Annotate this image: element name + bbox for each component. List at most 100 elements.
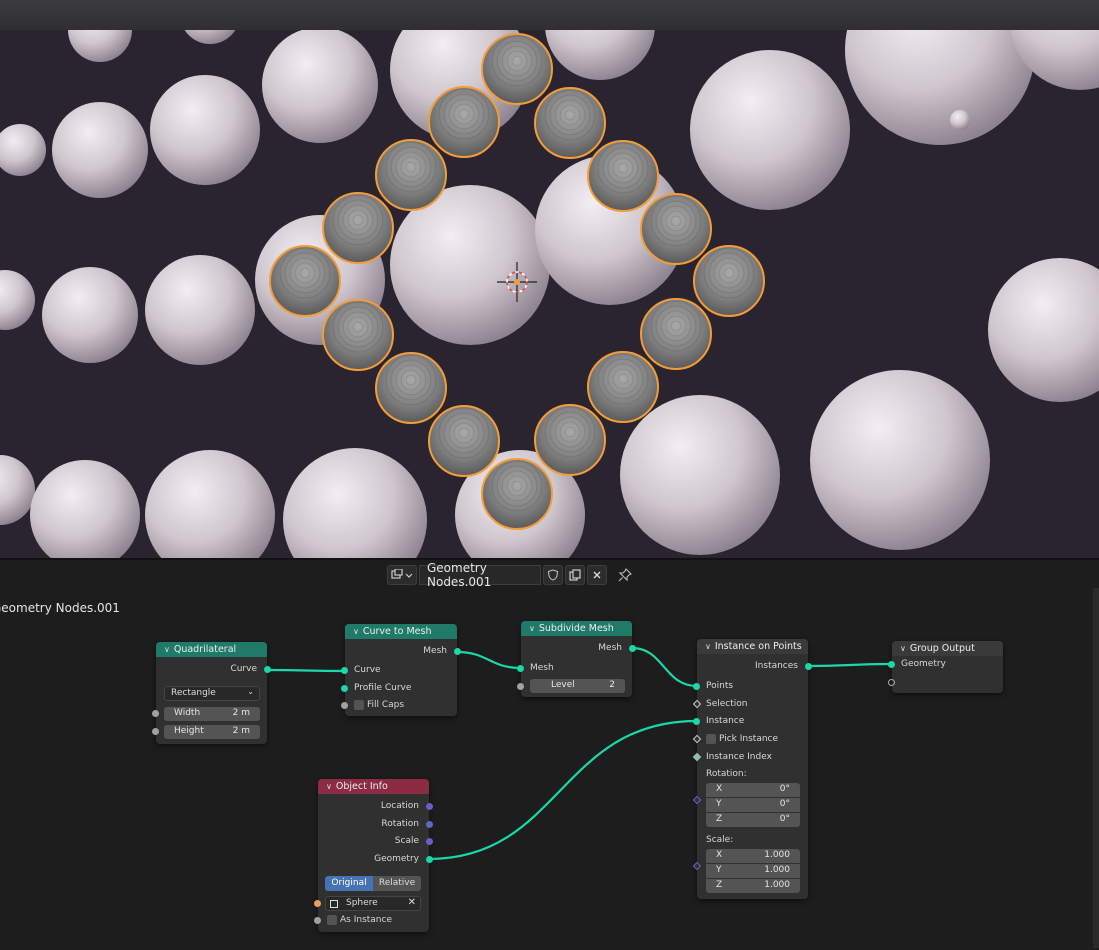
chevron-down-icon[interactable]: ∨ [164, 645, 170, 654]
scale-z-field[interactable]: Z 1.000 [706, 879, 800, 893]
object-picker[interactable]: Sphere ✕ [325, 896, 421, 911]
viewport-render [0, 0, 1099, 558]
input-socket-profile-curve[interactable] [341, 685, 348, 692]
node-header[interactable]: ∨ Group Output [892, 641, 1003, 656]
rotation-z-field[interactable]: Z 0° [706, 813, 800, 827]
node-instance-on-points[interactable]: ∨ Instance on Points Instances Points Sel… [692, 639, 812, 899]
object-icon [330, 900, 338, 908]
node-curve-to-mesh[interactable]: ∨ Curve to Mesh Mesh Curve Profile Curve … [341, 624, 461, 716]
pick-instance-checkbox[interactable] [706, 734, 716, 744]
rotation-y-field[interactable]: Y 0° [706, 798, 800, 812]
socket-label: As Instance [340, 915, 392, 925]
background-sphere [950, 110, 970, 130]
selected-sphere [375, 352, 447, 424]
node-header[interactable]: ∨ Curve to Mesh [345, 624, 457, 639]
node-header[interactable]: ∨ Instance on Points [697, 639, 808, 654]
background-sphere [30, 460, 140, 558]
output-socket-scale[interactable] [426, 838, 433, 845]
background-sphere [0, 124, 46, 176]
selected-sphere [269, 245, 341, 317]
socket-label: Mesh [423, 646, 447, 656]
output-socket-geometry[interactable] [426, 856, 433, 863]
input-socket-object[interactable] [314, 900, 321, 907]
as-instance-checkbox[interactable] [327, 915, 337, 925]
background-sphere [0, 455, 35, 525]
output-socket-instances[interactable] [805, 663, 812, 670]
input-socket-width[interactable] [152, 710, 159, 717]
selected-sphere [481, 33, 553, 105]
link-objinfo-to-instance [428, 719, 698, 861]
socket-label: Scale [394, 836, 419, 846]
selected-sphere [375, 139, 447, 211]
node-object-info[interactable]: ∨ Object Info Location Rotation Scale Geo… [314, 779, 433, 932]
input-socket-mesh[interactable] [517, 665, 524, 672]
background-sphere [145, 255, 255, 365]
mode-dropdown[interactable]: Rectangle ⌄ [164, 686, 260, 701]
input-socket-instance[interactable] [693, 718, 700, 725]
fill-caps-checkbox[interactable] [354, 700, 364, 710]
node-quadrilateral[interactable]: ∨ Quadrilateral Curve Rectangle ⌄ Width 2 … [152, 642, 271, 744]
selected-sphere [322, 299, 394, 371]
background-sphere [262, 27, 378, 143]
node-header[interactable]: ∨ Quadrilateral [156, 642, 267, 657]
input-socket-geometry[interactable] [888, 661, 895, 668]
background-sphere [52, 102, 148, 198]
node-header[interactable]: ∨ Subdivide Mesh [521, 621, 632, 636]
socket-label: Fill Caps [367, 700, 405, 710]
background-sphere [42, 267, 138, 363]
scale-x-field[interactable]: X 1.000 [706, 849, 800, 863]
original-toggle[interactable]: Original [325, 876, 373, 891]
background-sphere [988, 258, 1099, 402]
input-socket-empty[interactable] [888, 679, 895, 686]
scale-y-field[interactable]: Y 1.000 [706, 864, 800, 878]
output-socket-mesh[interactable] [454, 648, 461, 655]
selected-sphere [481, 458, 553, 530]
selected-sphere [640, 193, 712, 265]
level-field[interactable]: Level 2 [530, 679, 625, 693]
width-field[interactable]: Width 2 m [164, 707, 260, 721]
link-quad-to-curve [267, 668, 346, 673]
socket-label: Instance Index [706, 752, 772, 762]
socket-label: Pick Instance [719, 734, 779, 744]
close-icon[interactable]: ✕ [408, 897, 416, 908]
selected-sphere [534, 404, 606, 476]
height-field[interactable]: Height 2 m [164, 725, 260, 739]
link-curve-to-subdiv [456, 650, 522, 670]
socket-label: Points [706, 681, 734, 691]
scale-label: Scale: [706, 835, 734, 845]
3d-viewport[interactable] [0, 0, 1099, 558]
input-socket-fill-caps[interactable] [341, 702, 348, 709]
input-socket-height[interactable] [152, 728, 159, 735]
node-group-output[interactable]: ∨ Group Output Geometry [888, 641, 1003, 693]
relative-toggle[interactable]: Relative [373, 876, 421, 891]
input-socket-as-instance[interactable] [314, 917, 321, 924]
selected-sphere [693, 245, 765, 317]
selected-sphere [587, 351, 659, 423]
rotation-x-field[interactable]: X 0° [706, 783, 800, 797]
socket-label: Instances [755, 661, 798, 671]
selected-sphere [428, 86, 500, 158]
node-editor[interactable]: Geometry Nodes.001 Geometry Nodes.001 ∨ Q… [0, 560, 1099, 950]
chevron-down-icon[interactable]: ∨ [705, 642, 711, 651]
chevron-down-icon[interactable]: ∨ [900, 644, 906, 653]
chevron-down-icon[interactable]: ∨ [529, 624, 535, 633]
node-subdivide-mesh[interactable]: ∨ Subdivide Mesh Mesh Mesh Level 2 [517, 621, 636, 697]
output-socket-rotation[interactable] [426, 821, 433, 828]
output-socket-mesh[interactable] [629, 645, 636, 652]
socket-label: Location [380, 801, 419, 811]
input-socket-points[interactable] [693, 683, 700, 690]
background-sphere [150, 75, 260, 185]
input-socket-level[interactable] [517, 683, 524, 690]
chevron-down-icon[interactable]: ∨ [326, 782, 332, 791]
chevron-down-icon[interactable]: ∨ [353, 627, 359, 636]
socket-label: Instance [706, 716, 745, 726]
selected-sphere [587, 140, 659, 212]
output-socket-location[interactable] [426, 803, 433, 810]
node-header[interactable]: ∨ Object Info [318, 779, 429, 794]
selected-sphere [428, 405, 500, 477]
socket-label: Profile Curve [354, 683, 412, 693]
input-socket-curve[interactable] [341, 667, 348, 674]
socket-label: Rotation [381, 819, 419, 829]
socket-label: Curve [354, 665, 381, 675]
output-socket-curve[interactable] [264, 666, 271, 673]
